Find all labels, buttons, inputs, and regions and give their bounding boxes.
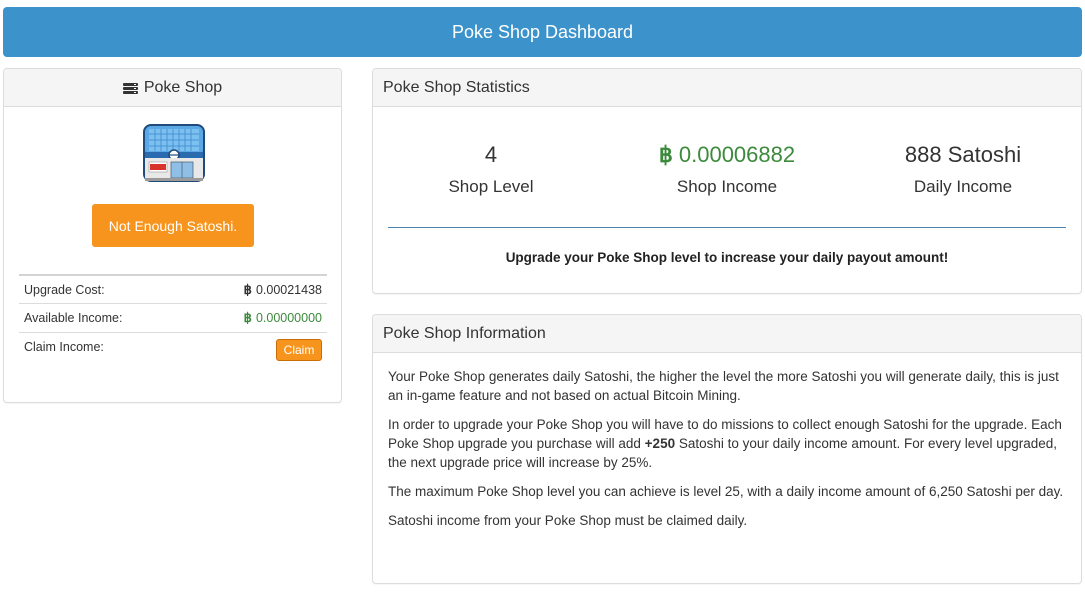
bitcoin-icon: ฿ <box>658 142 673 167</box>
bitcoin-icon: ฿ <box>243 281 252 297</box>
upgrade-cost-row: Upgrade Cost: ฿ 0.00021438 <box>19 274 327 303</box>
poke-shop-panel-heading: Poke Shop <box>4 69 341 107</box>
available-income-label: Available Income: <box>24 311 123 325</box>
claim-button[interactable]: Claim <box>276 339 322 361</box>
server-icon <box>122 82 138 95</box>
daily-income-value: 888 Satoshi <box>904 142 1022 167</box>
upgrade-note: Upgrade your Poke Shop level to increase… <box>505 250 949 265</box>
available-income-value: ฿ 0.00000000 <box>244 310 322 326</box>
available-income-row: Available Income: ฿ 0.00000000 <box>19 303 327 332</box>
upgrade-cost-amount: 0.00021438 <box>255 282 322 297</box>
poke-shop-information-panel: Poke Shop Information Your Poke Shop gen… <box>372 314 1082 584</box>
shop-level-label: Shop Level <box>448 177 534 196</box>
page-title: Poke Shop Dashboard <box>451 21 634 42</box>
poke-shop-building-icon <box>141 122 207 184</box>
stats-divider <box>388 227 1066 228</box>
dashboard-header: Poke Shop Dashboard <box>3 7 1082 57</box>
info-paragraph-4: Satoshi income from your Poke Shop must … <box>388 513 748 528</box>
shop-info-table: Upgrade Cost: ฿ 0.00021438 Available Inc… <box>19 274 327 368</box>
info-paragraph-2-bold: +250 <box>644 436 676 451</box>
information-panel-heading: Poke Shop Information <box>373 315 1081 353</box>
claim-income-row: Claim Income: Claim <box>19 332 327 368</box>
information-panel-title: Poke Shop Information <box>383 324 546 342</box>
available-income-amount: 0.00000000 <box>255 311 322 325</box>
statistics-panel-heading: Poke Shop Statistics <box>373 69 1081 107</box>
poke-shop-panel-title: Poke Shop <box>143 78 223 96</box>
shop-income-label: Shop Income <box>676 177 778 196</box>
claim-income-label: Claim Income: <box>24 340 104 354</box>
upgrade-cost-value: ฿ 0.00021438 <box>244 282 322 298</box>
poke-shop-panel: Poke Shop Not Enough Satoshi. Upgrade Co… <box>3 68 342 403</box>
shop-level-value: 4 <box>484 142 498 167</box>
info-paragraph-3: The maximum Poke Shop level you can achi… <box>388 484 1064 499</box>
not-enough-satoshi-button[interactable]: Not Enough Satoshi. <box>92 204 254 247</box>
shop-income-amount: 0.00006882 <box>678 142 796 167</box>
bitcoin-icon: ฿ <box>243 310 252 325</box>
poke-shop-statistics-panel: Poke Shop Statistics 4 Shop Level ฿ 0.00… <box>372 68 1082 294</box>
statistics-panel-title: Poke Shop Statistics <box>383 78 530 96</box>
upgrade-cost-label: Upgrade Cost: <box>24 282 105 297</box>
shop-income-value: ฿ 0.00006882 <box>609 142 845 168</box>
information-body: Your Poke Shop generates daily Satoshi, … <box>373 353 1081 530</box>
info-paragraph-1: Your Poke Shop generates daily Satoshi, … <box>388 369 1059 403</box>
info-paragraph-2: In order to upgrade your Poke Shop you w… <box>388 415 1066 472</box>
daily-income-label: Daily Income <box>913 177 1013 196</box>
